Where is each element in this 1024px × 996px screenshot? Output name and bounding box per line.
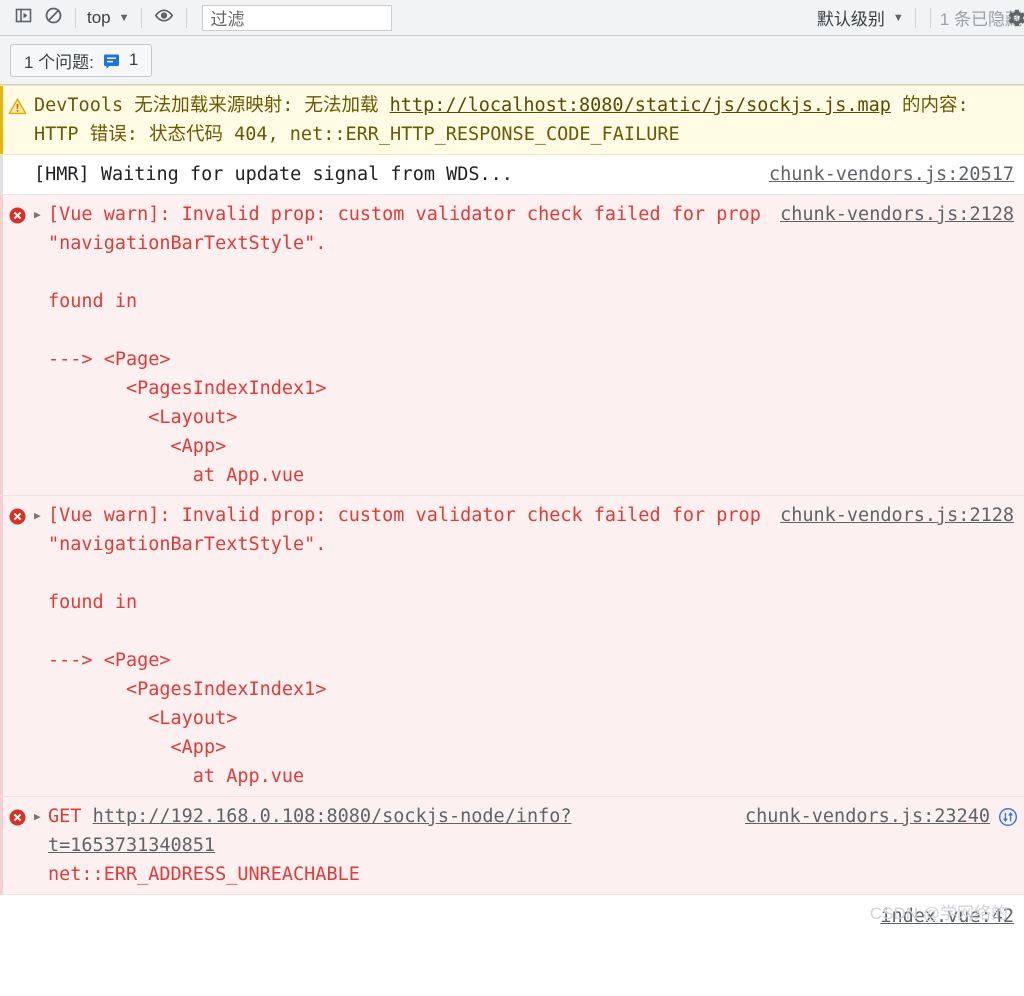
row-level-strip-info [0,155,3,194]
trailing-icon-cell [0,902,34,907]
expand-triangle-icon-3[interactable]: ▶ [34,802,48,822]
console-toolbar: top ▼ 过滤 默认级别 ▼ 1 条已隐藏 [0,0,1024,36]
issues-count: 1 [128,50,139,69]
error-icon-cell-2 [0,501,34,535]
issues-chip-button[interactable]: 1 个问题: 1 [10,43,153,77]
toolbar-divider-3 [185,7,187,28]
error-circle-icon-2 [8,506,27,535]
http-method-label: GET [48,806,82,827]
clear-console-button[interactable] [38,5,68,31]
console-row-trailing[interactable]: index.vue:42 [0,895,1024,936]
console-row-error-network-get[interactable]: ▶ GET http://192.168.0.108:8080/sockjs-n… [0,797,1024,895]
issues-label: 1 个问题: [24,52,94,72]
warning-triangle-icon [8,96,27,125]
error-circle-icon-3 [8,807,27,836]
toolbar-divider-5 [929,7,931,28]
source-link-chunk-vendors-2128-b[interactable]: chunk-vendors.js:2128 [780,505,1014,526]
console-footer-wrap: index.vue:42 CSDN @学网络的 [0,895,1024,936]
console-row-error-vue-warn-1[interactable]: ▶ [Vue warn]: Invalid prop: custom valid… [0,195,1024,496]
vue-warn-message-body-2: [Vue warn]: Invalid prop: custom validat… [48,505,761,787]
network-error-body: GET http://192.168.0.108:8080/sockjs-nod… [48,802,731,889]
network-error-reason-text: net::ERR_ADDRESS_UNREACHABLE [48,864,360,885]
warning-icon-cell [0,91,34,125]
hmr-message-body: [HMR] Waiting for update signal from WDS… [34,164,513,185]
warning-text-a: DevTools 无法加载来源映射: 无法加载 [34,95,390,116]
source-map-url-link[interactable]: http://localhost:8080/static/js/sockjs.j… [390,95,891,116]
source-link-chunk-vendors-2128-a[interactable]: chunk-vendors.js:2128 [780,204,1014,225]
console-sidebar-toggle-button[interactable] [8,5,38,31]
row-level-strip-err-1 [0,195,3,495]
console-filter-input[interactable]: 过滤 [201,4,392,31]
network-source-link-cell: chunk-vendors.js:23240 [731,802,1018,836]
console-row-error-vue-warn-2[interactable]: ▶ [Vue warn]: Invalid prop: custom valid… [0,496,1024,797]
expand-triangle-icon-1[interactable]: ▶ [34,200,48,220]
expand-triangle-icon-2[interactable]: ▶ [34,501,48,521]
console-row-warning[interactable]: DevTools 无法加载来源映射: 无法加载 http://localhost… [0,85,1024,155]
console-row-info-hmr[interactable]: [HMR] Waiting for update signal from WDS… [0,155,1024,195]
warning-message-body: DevTools 无法加载来源映射: 无法加载 http://localhost… [34,91,1014,149]
gear-icon [1004,9,1024,30]
row-level-strip-trail [0,895,3,936]
toolbar-divider-4 [914,7,916,28]
trailing-source-link-cell: index.vue:42 [866,902,1014,931]
console-settings-button[interactable] [1004,6,1024,30]
network-request-url-link[interactable]: http://192.168.0.108:8080/sockjs-node/in… [48,806,572,856]
error-icon-cell-3 [0,802,34,836]
row-level-strip-err-3 [0,797,3,894]
log-level-selector[interactable]: 默认级别 ▼ [813,5,908,30]
filter-placeholder-text: 过滤 [210,10,245,29]
vue-warn-message-body-1: [Vue warn]: Invalid prop: custom validat… [48,204,761,486]
source-link-chunk-vendors-20517[interactable]: chunk-vendors.js:20517 [769,164,1014,185]
log-level-label: 默认级别 [816,10,885,29]
info-icon-cell [0,160,34,165]
source-link-chunk-vendors-23240[interactable]: chunk-vendors.js:23240 [745,802,990,831]
chevron-down-icon-2: ▼ [892,11,904,24]
execution-context-selector[interactable]: top ▼ [83,8,134,28]
toolbar-divider-1 [75,7,76,28]
error-source-link-cell-1: chunk-vendors.js:2128 [766,200,1014,229]
error-icon-cell-1 [0,200,34,234]
error-circle-icon [8,205,27,234]
toolbar-divider-2 [140,7,142,28]
hmr-source-link-cell: chunk-vendors.js:20517 [755,160,1014,189]
row-level-strip [0,86,3,154]
source-link-index-vue-42[interactable]: index.vue:42 [880,906,1014,927]
eye-icon [154,6,174,30]
execution-context-label: top [87,7,111,27]
issue-message-icon [103,52,120,69]
no-entry-icon [44,6,63,30]
console-message-list: DevTools 无法加载来源映射: 无法加载 http://localhost… [0,85,1024,936]
error-source-link-cell-2: chunk-vendors.js:2128 [766,501,1014,530]
sidebar-panel-icon [14,6,33,30]
network-request-icon[interactable] [998,802,1018,836]
issues-bar: 1 个问题: 1 [0,36,1024,85]
live-expression-button[interactable] [149,5,179,31]
row-level-strip-err-2 [0,496,3,796]
chevron-down-icon: ▼ [118,11,130,24]
